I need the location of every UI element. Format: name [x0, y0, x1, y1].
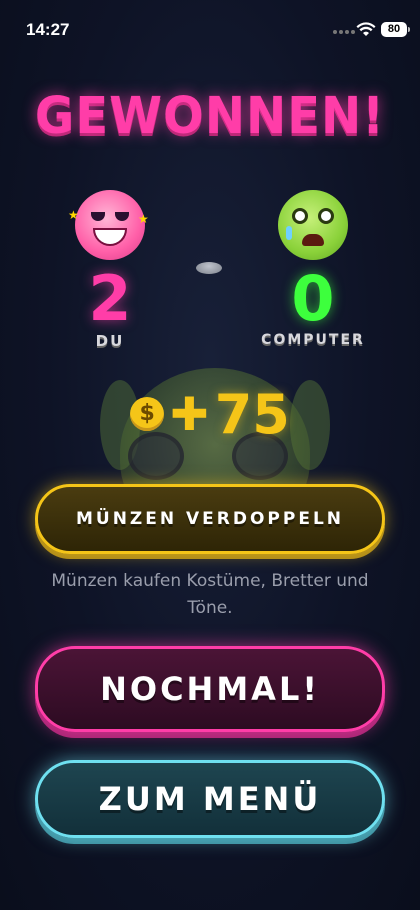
double-coins-label: MÜNZEN VERDOPPELN — [75, 509, 345, 529]
battery-icon: 80 — [381, 22, 410, 37]
main-menu-label: ZUM MENÜ — [98, 780, 322, 818]
computer-score: 0 — [291, 262, 335, 335]
sparkle-icon: ★ — [138, 212, 149, 226]
coin-reward: $ ✚ 75 — [0, 382, 420, 446]
computer-label: COMPUTER — [261, 332, 365, 348]
double-coins-button[interactable]: MÜNZEN VERDOPPELN — [35, 484, 385, 554]
reward-amount: 75 — [214, 382, 290, 446]
clock: 14:27 — [26, 20, 70, 39]
wifi-icon — [356, 22, 376, 36]
player-avatar-icon — [75, 190, 145, 260]
computer-avatar-icon — [278, 190, 348, 260]
status-bar: 14:27 80 — [0, 0, 420, 56]
player-label: DU — [95, 332, 125, 350]
play-again-button[interactable]: NOCHMAL! — [35, 646, 385, 732]
coin-icon: $ — [130, 397, 165, 431]
player-score: 2 — [88, 262, 132, 335]
main-menu-button[interactable]: ZUM MENÜ — [35, 760, 385, 838]
plus-icon: ✚ — [170, 387, 209, 441]
coins-hint: Münzen kaufen Kostüme, Bretter und Töne. — [51, 571, 369, 618]
puck-icon — [196, 262, 222, 274]
play-again-label: NOCHMAL! — [100, 670, 320, 708]
cellular-signal-icon — [333, 30, 355, 34]
sparkle-icon: ★ — [68, 208, 79, 222]
result-title: GEWONNEN! — [34, 86, 386, 146]
